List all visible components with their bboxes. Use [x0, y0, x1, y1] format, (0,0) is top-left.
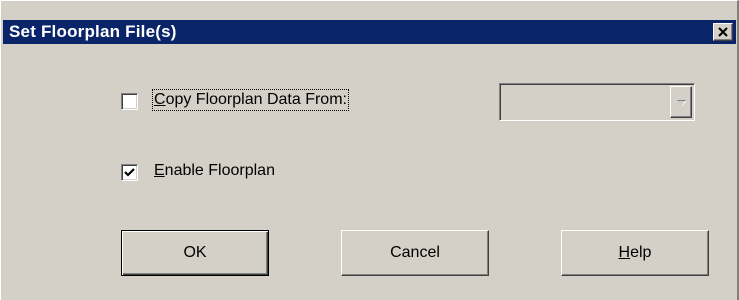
cancel-button[interactable]: Cancel: [341, 230, 489, 276]
copy-floorplan-checkbox[interactable]: [121, 93, 138, 110]
enable-floorplan-label[interactable]: Enable Floorplan: [154, 162, 275, 180]
title-bar[interactable]: Set Floorplan File(s): [3, 20, 736, 44]
help-mnemonic: H: [618, 244, 631, 261]
chevron-down-icon: [677, 100, 687, 106]
checkmark-icon: [124, 168, 135, 177]
dropdown-arrow-button[interactable]: [670, 86, 692, 118]
help-label-text: elp: [630, 244, 652, 261]
enable-floorplan-mnemonic: E: [154, 162, 165, 179]
copy-floorplan-label[interactable]: Copy Floorplan Data From:: [152, 89, 349, 111]
copy-source-dropdown[interactable]: [499, 83, 695, 121]
set-floorplan-dialog: Set Floorplan File(s) Copy Floorplan Dat…: [0, 0, 739, 300]
copy-floorplan-label-text: opy Floorplan Data From:: [165, 91, 347, 108]
copy-floorplan-mnemonic: C: [154, 91, 166, 108]
close-icon: [718, 27, 728, 37]
close-button[interactable]: [713, 23, 733, 41]
ok-button[interactable]: OK: [121, 230, 269, 276]
enable-floorplan-label-text: nable Floorplan: [164, 162, 275, 179]
enable-floorplan-checkbox[interactable]: [121, 164, 138, 181]
help-button[interactable]: Help: [561, 230, 709, 276]
dialog-title: Set Floorplan File(s): [9, 22, 177, 41]
